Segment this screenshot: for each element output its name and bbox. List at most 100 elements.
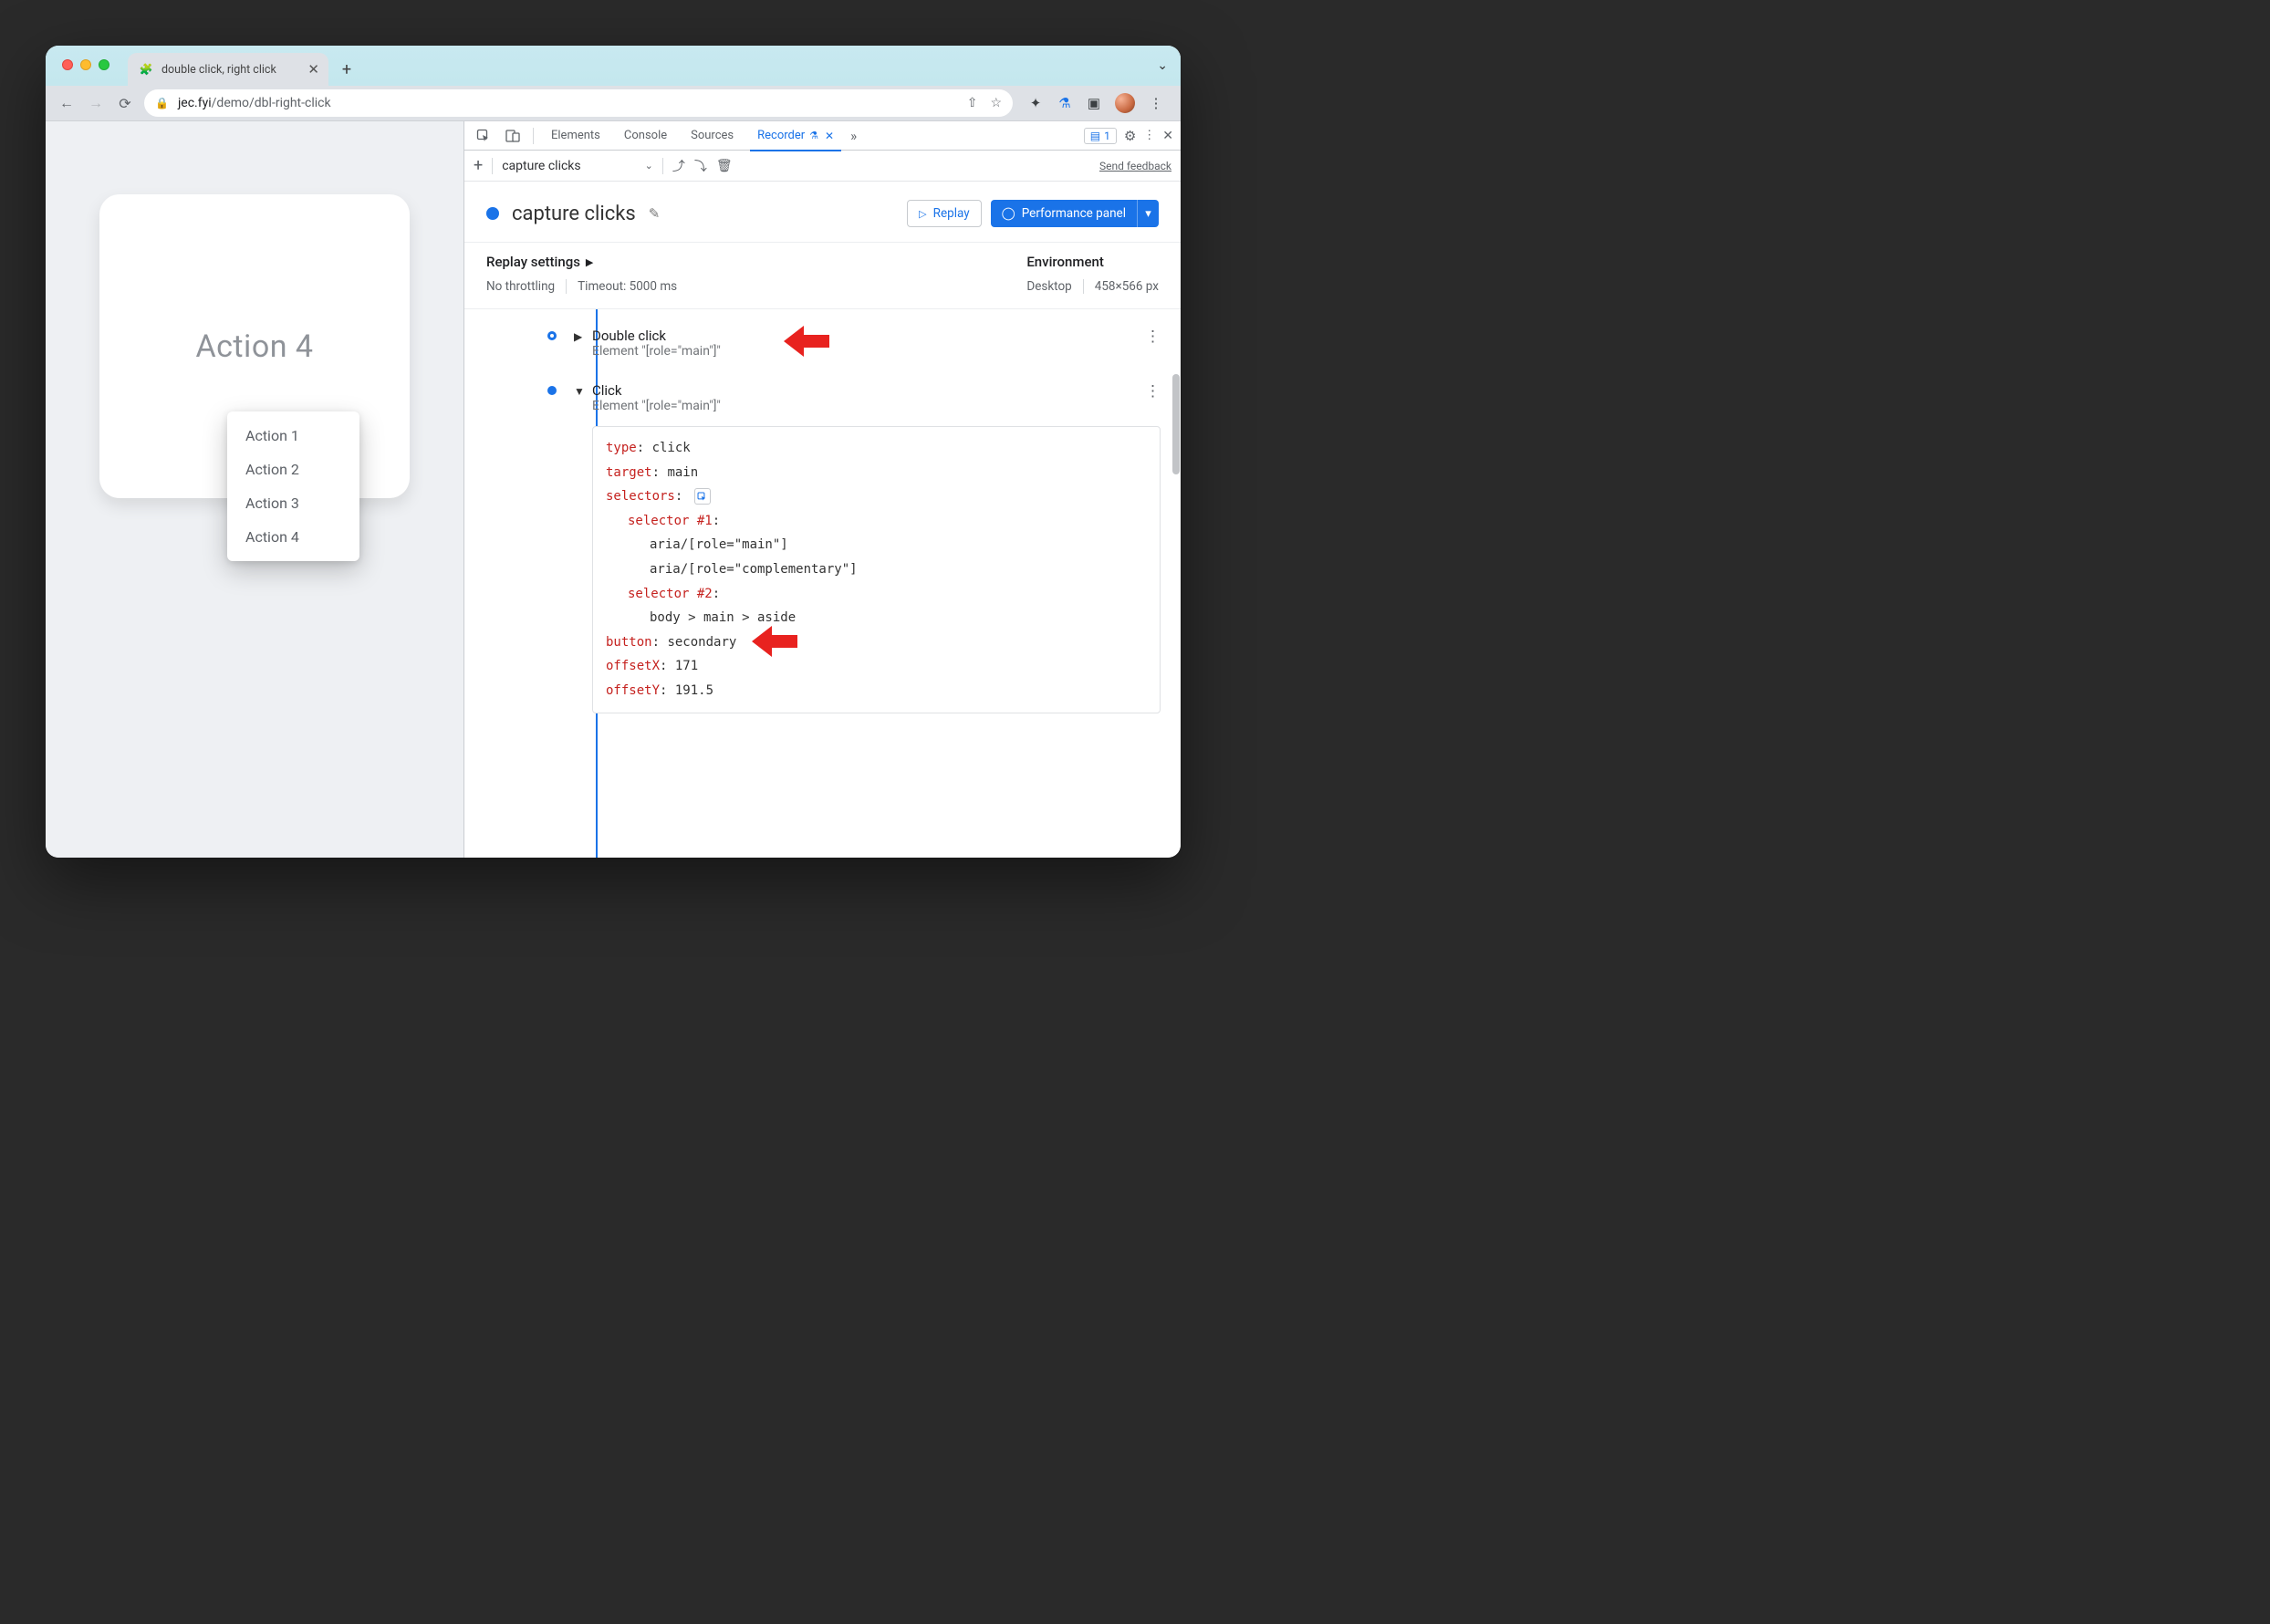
prop-value[interactable]: secondary xyxy=(667,635,736,650)
device-value: Desktop xyxy=(1026,279,1071,294)
flask-icon[interactable]: ⚗ xyxy=(1057,95,1073,111)
minimize-window-button[interactable] xyxy=(80,59,91,70)
tab-close-icon[interactable]: ✕ xyxy=(825,130,834,142)
add-recording-button[interactable]: + xyxy=(474,156,483,175)
step-double-click: ▶ Double click Element "[role="main"]" ⋮ xyxy=(574,328,1161,359)
collapse-caret[interactable]: ▼ xyxy=(574,385,585,398)
prop-key: selector #2 xyxy=(628,587,713,601)
device-icon[interactable] xyxy=(501,129,525,143)
star-icon[interactable]: ☆ xyxy=(990,96,1002,110)
demo-card[interactable]: Action 4 Action 1 Action 2 Action 3 Acti… xyxy=(99,194,410,498)
step-title[interactable]: Double click xyxy=(592,328,1138,344)
page-viewport: Action 4 Action 1 Action 2 Action 3 Acti… xyxy=(46,121,463,858)
performance-panel-dropdown[interactable]: ▾ xyxy=(1137,200,1159,227)
settings-icon[interactable]: ⚙ xyxy=(1124,128,1136,144)
close-window-button[interactable] xyxy=(62,59,73,70)
close-devtools-button[interactable]: ✕ xyxy=(1162,129,1173,143)
menu-item-action-3[interactable]: Action 3 xyxy=(227,486,359,520)
close-tab-button[interactable]: ✕ xyxy=(307,61,319,78)
edit-title-button[interactable]: ✎ xyxy=(649,205,661,222)
panel-icon[interactable]: ▣ xyxy=(1086,95,1102,111)
prop-key: offsetY xyxy=(606,683,660,698)
maximize-window-button[interactable] xyxy=(99,59,109,70)
send-feedback-link[interactable]: Send feedback xyxy=(1099,160,1171,172)
tab-recorder[interactable]: Recorder ⚗ ✕ xyxy=(748,121,843,151)
dimensions-value: 458×566 px xyxy=(1095,279,1159,294)
scrollbar-thumb[interactable] xyxy=(1172,374,1180,474)
selector-value[interactable]: body > main > aside xyxy=(606,606,1147,630)
forward-button[interactable]: → xyxy=(86,93,106,113)
profile-avatar[interactable] xyxy=(1115,93,1135,113)
selector-value[interactable]: aria/[role="main"] xyxy=(606,533,1147,557)
throttling-value[interactable]: No throttling xyxy=(486,279,555,294)
selector-picker-button[interactable] xyxy=(694,488,711,505)
gauge-icon: ◯ xyxy=(1002,206,1015,221)
performance-panel-button[interactable]: ◯ Performance panel xyxy=(991,200,1137,227)
devtools-panel: Elements Console Sources Recorder ⚗ ✕ » … xyxy=(463,121,1181,858)
address-bar[interactable]: 🔒 jec.fyi/demo/dbl-right-click ⇧ ☆ xyxy=(144,89,1013,117)
new-tab-button[interactable]: + xyxy=(334,57,359,82)
step-node-icon xyxy=(547,386,557,395)
browser-toolbar: ← → ⟳ 🔒 jec.fyi/demo/dbl-right-click ⇧ ☆… xyxy=(46,86,1181,121)
prop-value[interactable]: click xyxy=(652,441,691,455)
prop-value[interactable]: 171 xyxy=(675,659,698,673)
prop-key: button xyxy=(606,635,652,650)
reload-button[interactable]: ⟳ xyxy=(115,93,135,113)
chevron-down-icon: ⌄ xyxy=(645,160,653,172)
window-titlebar: 🧩 double click, right click ✕ + ⌄ xyxy=(46,46,1181,86)
back-button[interactable]: ← xyxy=(57,93,77,113)
share-icon[interactable]: ⇧ xyxy=(967,96,978,110)
menu-item-action-1[interactable]: Action 1 xyxy=(227,419,359,453)
browser-menu-button[interactable]: ⋮ xyxy=(1148,95,1164,111)
timeout-value[interactable]: Timeout: 5000 ms xyxy=(578,279,677,294)
step-details: type: click target: main selectors: sele… xyxy=(592,426,1161,713)
step-subtitle: Element "[role="main"]" xyxy=(592,344,1138,359)
settings-bar: Replay settings ▶ No throttling Timeout:… xyxy=(464,242,1181,309)
inspect-icon[interactable] xyxy=(472,129,495,143)
more-tabs-button[interactable]: » xyxy=(850,128,857,144)
url-host: jec.fyi xyxy=(178,96,212,110)
delete-icon[interactable]: 🗑 xyxy=(716,159,733,173)
replay-settings-toggle[interactable]: Replay settings ▶ xyxy=(486,254,677,270)
recording-title: capture clicks xyxy=(512,203,636,225)
issues-badge[interactable]: ▤ 1 xyxy=(1084,128,1117,144)
url-path: /demo/dbl-right-click xyxy=(212,96,331,110)
replay-button[interactable]: ▷ Replay xyxy=(907,200,981,227)
prop-key: selectors xyxy=(606,489,675,504)
context-menu: Action 1 Action 2 Action 3 Action 4 xyxy=(227,411,359,561)
expand-caret[interactable]: ▶ xyxy=(574,330,585,343)
selector-value[interactable]: aria/[role="complementary"] xyxy=(606,557,1147,582)
extensions-icon[interactable]: ✦ xyxy=(1027,95,1044,111)
tab-overflow-button[interactable]: ⌄ xyxy=(1157,58,1168,73)
step-title[interactable]: Click xyxy=(592,382,1138,399)
menu-item-action-4[interactable]: Action 4 xyxy=(227,520,359,554)
play-icon: ▷ xyxy=(919,208,926,220)
prop-value[interactable]: 191.5 xyxy=(675,683,713,698)
prop-key: target xyxy=(606,465,652,480)
traffic-lights xyxy=(62,59,109,70)
prop-key: selector #1 xyxy=(628,514,713,528)
recorder-toolbar: + capture clicks ⌄ ⤴ ⤵ 🗑 Send feedback xyxy=(464,151,1181,182)
step-menu-button[interactable]: ⋮ xyxy=(1145,328,1161,346)
tab-console[interactable]: Console xyxy=(615,121,676,151)
tab-title: double click, right click xyxy=(161,63,276,77)
step-menu-button[interactable]: ⋮ xyxy=(1145,382,1161,401)
tab-sources[interactable]: Sources xyxy=(682,121,743,151)
steps-list: ▶ Double click Element "[role="main"]" ⋮ xyxy=(464,309,1181,858)
export-icon[interactable]: ⤴ xyxy=(672,157,685,175)
annotation-arrow-icon xyxy=(752,626,797,657)
import-icon[interactable]: ⤵ xyxy=(694,157,707,175)
environment-label: Environment xyxy=(1026,254,1159,270)
card-heading: Action 4 xyxy=(195,328,313,365)
prop-key: type xyxy=(606,441,637,455)
devtools-tabbar: Elements Console Sources Recorder ⚗ ✕ » … xyxy=(464,121,1181,151)
recording-status-dot xyxy=(486,207,499,220)
recording-selector[interactable]: capture clicks ⌄ xyxy=(502,159,653,173)
devtools-menu-button[interactable]: ⋮ xyxy=(1143,129,1155,142)
menu-item-action-2[interactable]: Action 2 xyxy=(227,453,359,486)
tab-elements[interactable]: Elements xyxy=(542,121,609,151)
prop-key: offsetX xyxy=(606,659,660,673)
browser-tab[interactable]: 🧩 double click, right click ✕ xyxy=(128,53,328,86)
lock-icon: 🔒 xyxy=(155,97,169,109)
prop-value[interactable]: main xyxy=(667,465,698,480)
